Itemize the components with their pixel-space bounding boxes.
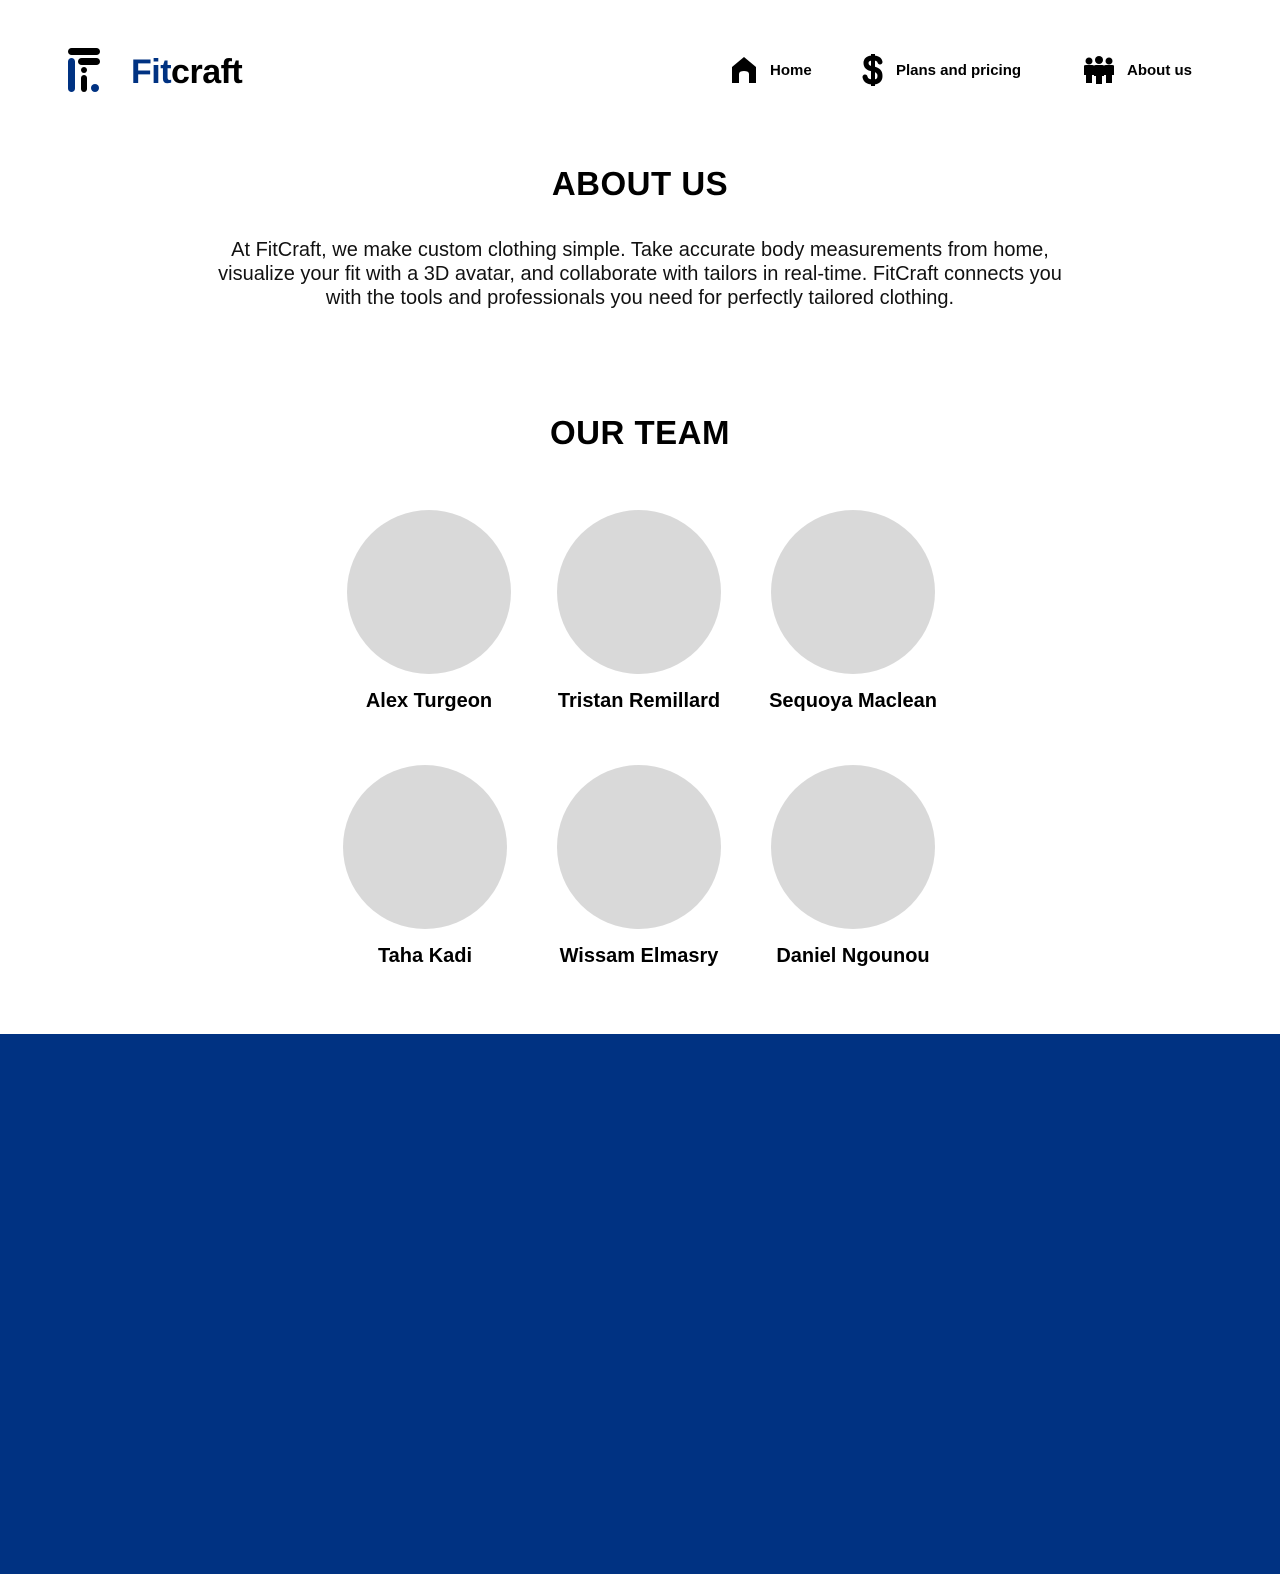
nav-about-label: About us [1127, 61, 1192, 79]
site-header: Fitcraft Home Plans and pricing About us [0, 0, 1280, 140]
brand-name-fit: Fit [131, 53, 172, 91]
nav-about-us[interactable]: About us [1083, 52, 1192, 88]
home-icon [732, 57, 756, 83]
about-us-description: At FitCraft, we make custom clothing sim… [218, 239, 1062, 309]
dollar-icon [862, 54, 883, 86]
team-member-name: Sequoya Maclean [769, 690, 937, 712]
fitcraft-logo[interactable] [66, 46, 102, 94]
site-footer [0, 1034, 1280, 1574]
people-icon [1084, 56, 1114, 84]
our-team-heading: OUR TEAM [550, 414, 730, 451]
nav-plans-label: Plans and pricing [896, 61, 1022, 79]
team-member-card: Tristan Remillard [539, 510, 739, 713]
nav-plans-and-pricing[interactable]: Plans and pricing [862, 52, 1021, 88]
avatar [343, 765, 507, 929]
nav-home[interactable]: Home [730, 52, 812, 88]
team-member-name: Alex Turgeon [365, 690, 493, 712]
about-us-heading: ABOUT US [551, 165, 729, 202]
avatar [557, 765, 721, 929]
team-member-name: Wissam Elmasry [559, 945, 719, 967]
avatar [347, 510, 511, 674]
nav-home-label: Home [770, 61, 812, 79]
avatar [771, 765, 935, 929]
team-member-card: Alex Turgeon [329, 510, 529, 713]
avatar [557, 510, 721, 674]
team-member-card: Taha Kadi [325, 765, 525, 968]
team-member-card: Daniel Ngounou [753, 765, 953, 968]
team-member-card: Sequoya Maclean [753, 510, 953, 713]
team-member-name: Daniel Ngounou [776, 945, 930, 967]
team-member-card: Wissam Elmasry [539, 765, 739, 968]
avatar [771, 510, 935, 674]
team-member-name: Taha Kadi [377, 945, 473, 967]
brand-name-craft: craft [171, 53, 243, 91]
team-member-name: Tristan Remillard [557, 690, 721, 712]
brand-name[interactable]: Fitcraft [131, 50, 243, 94]
